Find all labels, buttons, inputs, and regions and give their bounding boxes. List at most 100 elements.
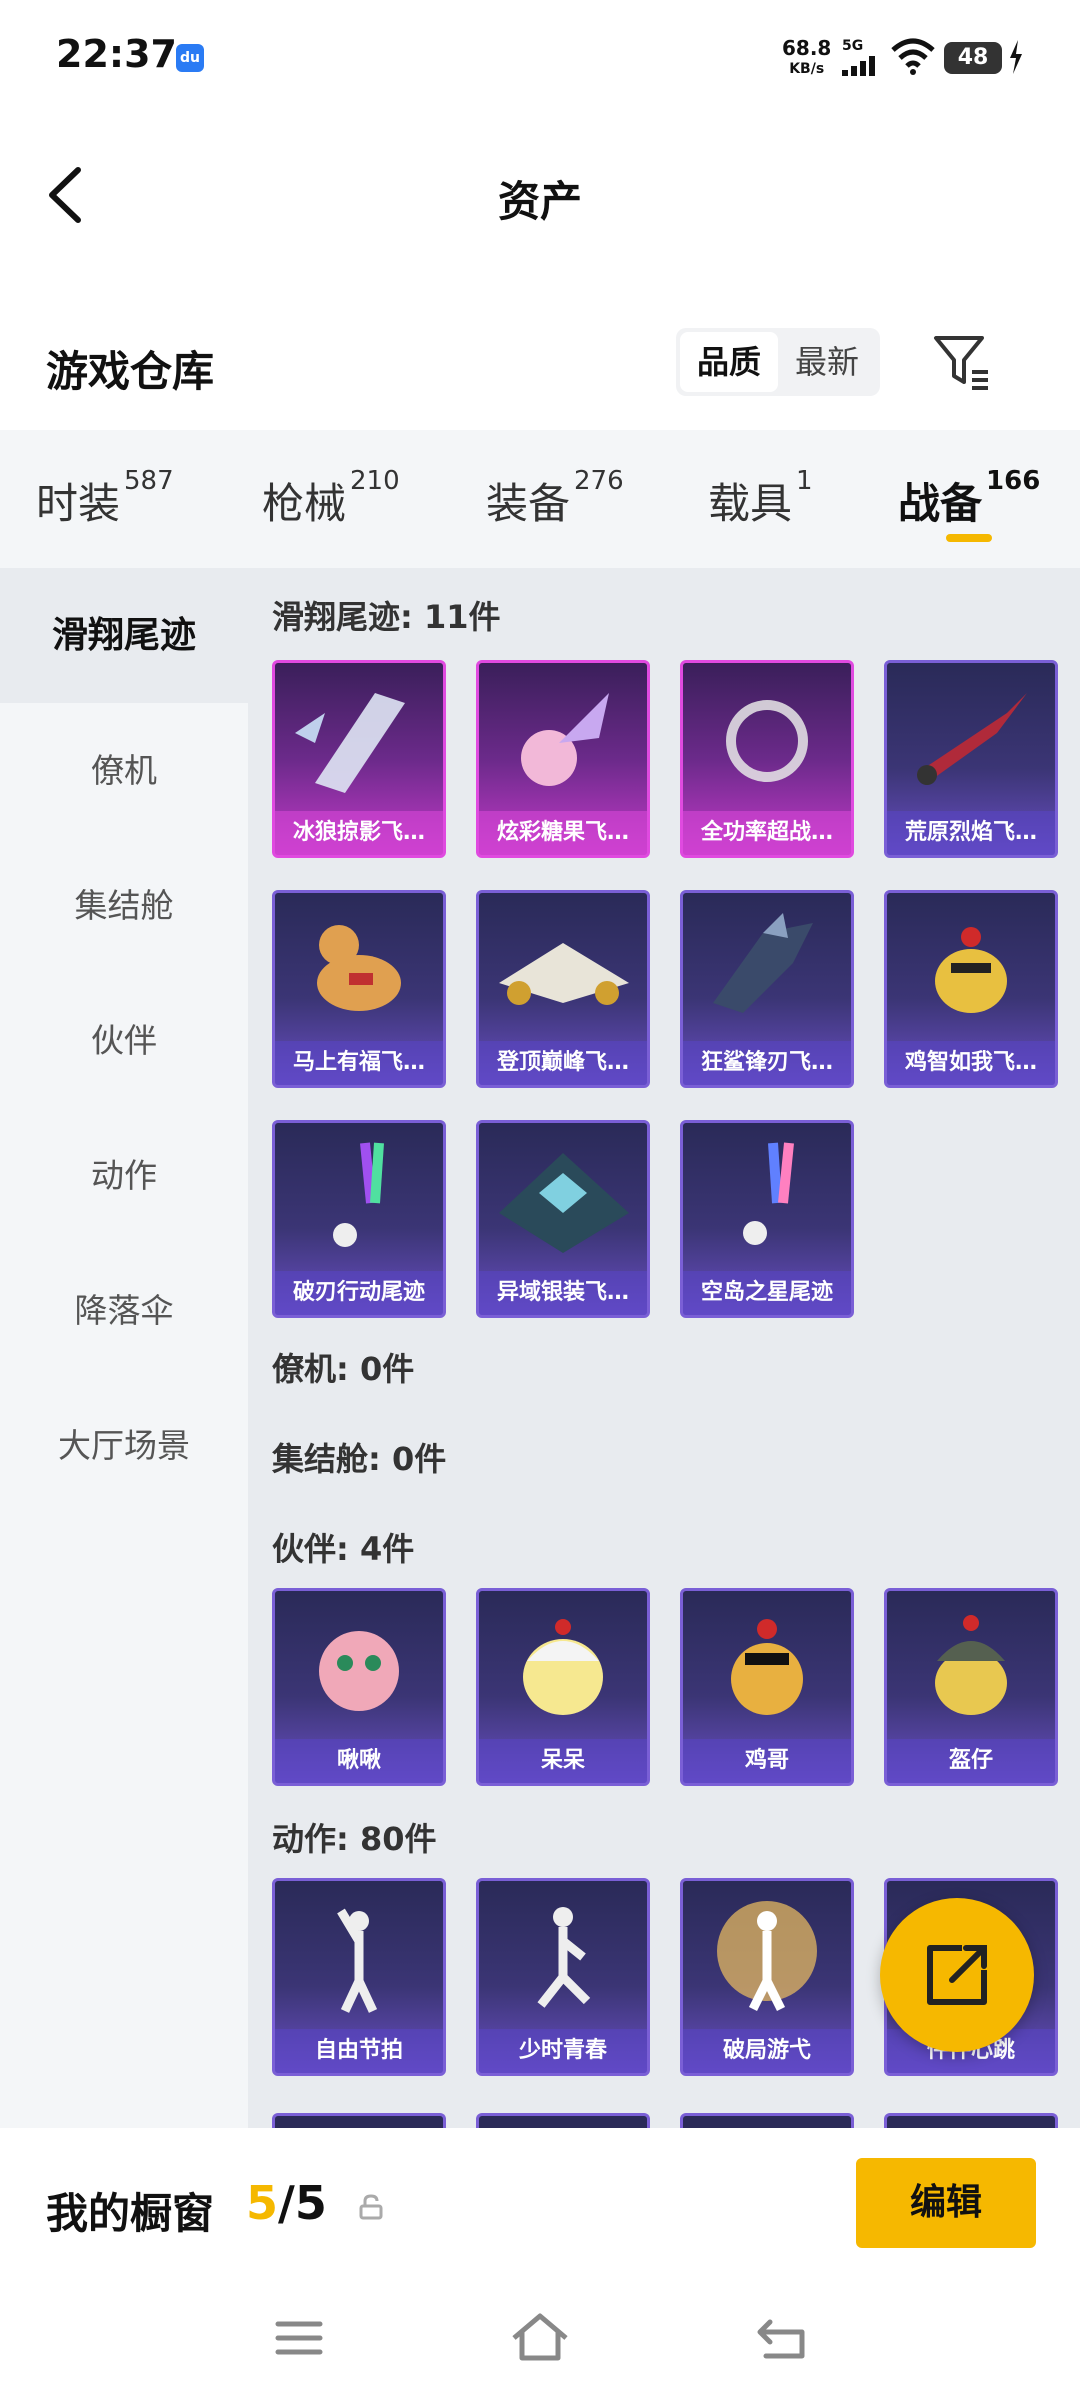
item-card[interactable]: 鸡哥 bbox=[680, 1588, 854, 1786]
item-card[interactable]: 狂鲨锋刃飞… bbox=[680, 890, 854, 1088]
item-name: 破刃行动尾迹 bbox=[275, 1271, 443, 1315]
tab-label: 载具 bbox=[708, 479, 793, 528]
item-card[interactable]: 破刃行动尾迹 bbox=[272, 1120, 446, 1318]
active-tab-indicator bbox=[946, 534, 992, 542]
item-card[interactable]: 啾啾 bbox=[272, 1588, 446, 1786]
item-name: 马上有福飞… bbox=[275, 1041, 443, 1085]
item-card[interactable]: 少时青春 bbox=[476, 1878, 650, 2076]
tab-fashion[interactable]: 时装 587 bbox=[36, 466, 174, 531]
showcase-separator: / bbox=[278, 2176, 295, 2230]
item-thumbnail bbox=[917, 693, 1027, 785]
sidebar-item-parachute[interactable]: 降落伞 bbox=[0, 1243, 248, 1378]
wifi-icon bbox=[891, 38, 935, 75]
item-thumbnail bbox=[319, 1631, 399, 1711]
item-thumbnail bbox=[295, 693, 405, 793]
sidebar: 滑翔尾迹 僚机 集结舱 伙伴 动作 降落伞 大厅场景 bbox=[0, 568, 248, 2128]
system-nav-bar bbox=[0, 2278, 1080, 2400]
item-thumbnail bbox=[337, 1908, 378, 2013]
home-icon[interactable] bbox=[508, 2308, 572, 2368]
tab-guns[interactable]: 枪械 210 bbox=[262, 466, 400, 531]
item-card[interactable]: 异域银装飞… bbox=[476, 1120, 650, 1318]
item-name: 鸡智如我飞… bbox=[887, 1041, 1055, 1085]
tab-equipment[interactable]: 装备 276 bbox=[486, 466, 624, 531]
item-name: 异域银装飞… bbox=[479, 1271, 647, 1315]
item-thumbnail bbox=[499, 943, 629, 1005]
item-name: 冰狼掠影飞… bbox=[275, 811, 443, 855]
network-speed-unit: KB/s bbox=[789, 61, 825, 77]
item-name: 全功率超战… bbox=[683, 811, 851, 855]
group-title-wingman: 僚机: 0件 bbox=[272, 1350, 415, 1388]
item-thumbnail bbox=[726, 700, 808, 782]
sidebar-item-lobby-scene[interactable]: 大厅场景 bbox=[0, 1378, 248, 1513]
sidebar-item-glide-trail[interactable]: 滑翔尾迹 bbox=[0, 568, 248, 703]
status-time: 22:37 bbox=[56, 32, 177, 76]
tab-battle-prep[interactable]: 战备 166 bbox=[898, 466, 1040, 531]
item-thumbnail bbox=[521, 693, 609, 786]
item-thumbnail bbox=[743, 1142, 794, 1245]
item-card[interactable]: 空岛之星尾迹 bbox=[680, 1120, 854, 1318]
tab-label: 战备 bbox=[898, 479, 983, 528]
item-thumbnail bbox=[731, 1619, 803, 1715]
item-card[interactable]: 马上有福飞… bbox=[272, 890, 446, 1088]
group-title-pod: 集结舱: 0件 bbox=[272, 1440, 447, 1478]
item-name: 破局游弋 bbox=[683, 2029, 851, 2073]
tab-count: 1 bbox=[796, 466, 813, 496]
tab-count: 210 bbox=[350, 466, 400, 496]
group-title-partner: 伙伴: 4件 bbox=[272, 1530, 415, 1568]
sidebar-item-emote[interactable]: 动作 bbox=[0, 1108, 248, 1243]
tab-label: 时装 bbox=[36, 479, 121, 528]
item-card[interactable]: 呆呆 bbox=[476, 1588, 650, 1786]
sidebar-item-wingman[interactable]: 僚机 bbox=[0, 703, 248, 838]
group-title-glide: 滑翔尾迹: 11件 bbox=[272, 598, 501, 636]
share-icon bbox=[927, 1945, 987, 2005]
item-card[interactable]: 全功率超战… bbox=[680, 660, 854, 858]
filter-icon[interactable] bbox=[930, 330, 994, 394]
item-card[interactable]: 盔仔 bbox=[884, 1588, 1058, 1786]
item-card[interactable]: 登顶巅峰飞… bbox=[476, 890, 650, 1088]
item-thumbnail bbox=[713, 913, 813, 1013]
share-button[interactable] bbox=[880, 1898, 1034, 2052]
item-thumbnail bbox=[499, 1153, 629, 1253]
charging-icon bbox=[1010, 40, 1022, 74]
showcase-title: 我的橱窗 bbox=[46, 2189, 215, 2238]
tab-vehicles[interactable]: 载具 1 bbox=[708, 466, 813, 531]
sort-latest-button[interactable]: 最新 bbox=[778, 332, 876, 392]
category-tabs: 时装 587 枪械 210 装备 276 载具 1 战备 166 bbox=[0, 430, 1080, 568]
item-name: 自由节拍 bbox=[275, 2029, 443, 2073]
back-nav-icon[interactable] bbox=[752, 2308, 812, 2368]
item-thumbnail bbox=[333, 1142, 384, 1247]
lock-icon bbox=[359, 2194, 383, 2220]
item-card[interactable]: 炫彩糖果飞… bbox=[476, 660, 650, 858]
menu-icon[interactable] bbox=[272, 2308, 326, 2368]
item-card[interactable] bbox=[476, 2113, 650, 2128]
sidebar-item-partner[interactable]: 伙伴 bbox=[0, 973, 248, 1108]
item-card[interactable] bbox=[272, 2113, 446, 2128]
item-name: 少时青春 bbox=[479, 2029, 647, 2073]
sidebar-item-pod[interactable]: 集结舱 bbox=[0, 838, 248, 973]
item-card[interactable]: 自由节拍 bbox=[272, 1878, 446, 2076]
item-name: 盔仔 bbox=[887, 1739, 1055, 1783]
item-card[interactable]: 冰狼掠影飞… bbox=[272, 660, 446, 858]
item-card[interactable] bbox=[884, 2113, 1058, 2128]
group-title-emote: 动作: 80件 bbox=[272, 1820, 437, 1858]
item-name: 登顶巅峰飞… bbox=[479, 1041, 647, 1085]
edit-button[interactable]: 编辑 bbox=[856, 2158, 1036, 2248]
item-card[interactable]: 荒原烈焰飞… bbox=[884, 660, 1058, 858]
network-speed: 68.8 KB/s bbox=[782, 38, 831, 76]
item-card[interactable]: 破局游弋 bbox=[680, 1878, 854, 2076]
tab-count: 587 bbox=[124, 466, 174, 496]
showcase-total: 5 bbox=[294, 2176, 327, 2230]
item-card[interactable] bbox=[680, 2113, 854, 2128]
item-name: 荒原烈焰飞… bbox=[887, 811, 1055, 855]
sort-quality-button[interactable]: 品质 bbox=[680, 332, 778, 392]
item-card[interactable]: 鸡智如我飞… bbox=[884, 890, 1058, 1088]
showcase-bar: 我的橱窗 5/5 编辑 bbox=[0, 2128, 1080, 2278]
item-name: 呆呆 bbox=[479, 1739, 647, 1783]
warehouse-title: 游戏仓库 bbox=[46, 347, 215, 396]
item-thumbnail bbox=[537, 1907, 591, 2008]
item-name: 炫彩糖果飞… bbox=[479, 811, 647, 855]
tab-label: 枪械 bbox=[262, 479, 347, 528]
item-name: 啾啾 bbox=[275, 1739, 443, 1783]
tab-count: 276 bbox=[574, 466, 624, 496]
network-type: 5G bbox=[842, 38, 864, 54]
